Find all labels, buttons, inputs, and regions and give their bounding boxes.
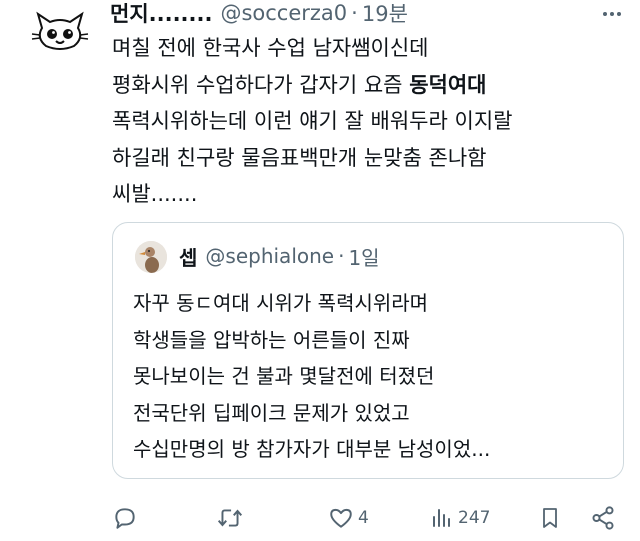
quoted-author-avatar <box>135 241 167 273</box>
quoted-separator: · <box>338 244 345 268</box>
quoted-body: 자꾸 동ㄷ여대 시위가 폭력시위라며 학생들을 압박하는 어른들이 진짜 못나보… <box>133 285 613 468</box>
views-button[interactable]: 247 <box>430 498 490 538</box>
tweet-timestamp[interactable]: 19분 <box>362 0 408 28</box>
quoted-author-handle: @sephialone <box>205 244 335 268</box>
tweet-line: 하길래 친구랑 물음표백만개 눈맞춤 존나함 <box>112 145 487 170</box>
action-bar: 4 247 <box>100 498 632 538</box>
retweet-icon <box>217 509 243 527</box>
author-handle[interactable]: @soccerza0 <box>220 1 347 25</box>
views-icon <box>433 509 450 527</box>
tweet-header: 먼지........ @soccerza0 · 19분 <box>110 0 620 30</box>
quoted-tweet[interactable]: 셉 @sephialone · 1일 자꾸 동ㄷ여대 시위가 폭력시위라며 학생… <box>112 222 624 479</box>
quoted-line: 학생들을 압박하는 어른들이 진짜 <box>133 327 410 352</box>
bookmark-button[interactable] <box>538 498 562 538</box>
quoted-line: 못나보이는 건 불과 몇달전에 터졌던 <box>133 364 435 388</box>
quoted-author-name: 셉 <box>179 245 198 270</box>
author-avatar[interactable] <box>28 8 92 56</box>
quoted-line: 자꾸 동ㄷ여대 시위가 폭력시위라며 <box>133 291 429 315</box>
quoted-header: 셉 @sephialone · 1일 <box>179 240 380 272</box>
header-separator: · <box>351 1 358 25</box>
tweet-body: 며칠 전에 한국사 수업 남자쌤이신데 평화시위 수업하다가 갑자기 요즘 동덕… <box>112 30 627 213</box>
more-options-icon[interactable] <box>600 2 624 26</box>
reply-button[interactable] <box>112 498 142 538</box>
like-count: 4 <box>358 508 369 528</box>
retweet-button[interactable] <box>216 498 248 538</box>
quoted-line: 전국단위 딥페이크 문제가 있었고 <box>133 400 410 425</box>
tweet-line: 평화시위 수업하다가 갑자기 요즘 동덕여대 <box>112 67 627 104</box>
view-count: 247 <box>458 508 491 528</box>
share-icon <box>592 506 614 530</box>
tweet-line-text: 평화시위 수업하다가 갑자기 요즘 <box>112 72 410 97</box>
tweet-bold-keyword: 동덕여대 <box>409 72 487 97</box>
tweet-line: 며칠 전에 한국사 수업 남자쌤이신데 <box>112 36 429 60</box>
quoted-timestamp: 1일 <box>348 245 380 270</box>
tweet-line: 씨발....... <box>112 182 198 206</box>
bookmark-icon <box>543 508 557 528</box>
quoted-line: 수십만명의 방 참가자가 대부분 남성이었... <box>133 437 491 461</box>
reply-icon <box>115 508 135 529</box>
share-button[interactable] <box>590 498 616 538</box>
tweet-line: 폭력시위하는데 이런 얘기 잘 배워두라 이지랄 <box>112 109 513 133</box>
heart-icon <box>330 508 352 528</box>
author-name[interactable]: 먼지........ <box>110 0 212 28</box>
like-button[interactable]: 4 <box>328 498 369 538</box>
